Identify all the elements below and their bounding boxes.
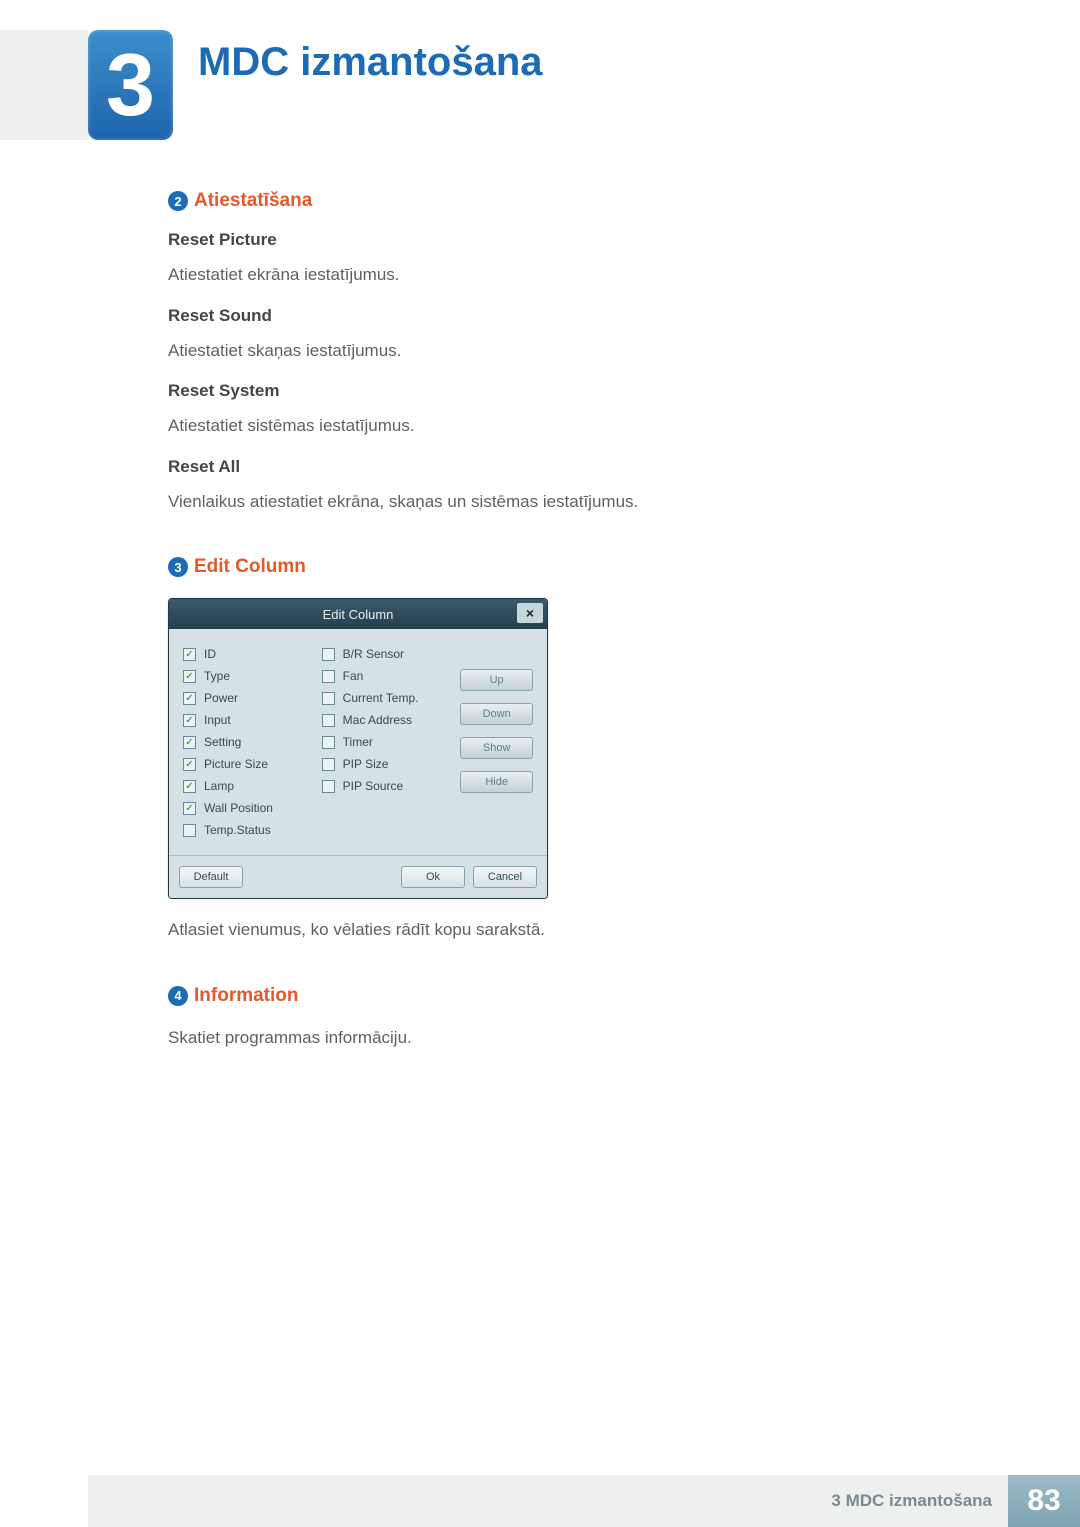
section-number-badge: 4	[168, 986, 188, 1006]
chapter-number-badge: 3	[88, 30, 173, 140]
dialog-titlebar: Edit Column ×	[169, 599, 547, 629]
section-2-heading: 2 Atiestatīšana	[168, 190, 928, 212]
text-reset-sound: Atiestatiet skaņas iestatījumus.	[168, 338, 928, 364]
chapter-side-tab	[0, 30, 88, 140]
subhead-reset-sound: Reset Sound	[168, 306, 928, 326]
section-number-badge: 2	[168, 191, 188, 211]
section-2-title: Atiestatīšana	[194, 190, 312, 212]
checkbox[interactable]	[322, 714, 335, 727]
section-3-heading: 3 Edit Column	[168, 556, 928, 578]
checkbox-label: Current Temp.	[343, 691, 419, 705]
checkbox-row: ✓ ID	[183, 647, 322, 661]
checkbox[interactable]: ✓	[183, 670, 196, 683]
checkbox-label: Type	[204, 669, 230, 683]
checkbox[interactable]: ✓	[183, 758, 196, 771]
checkbox-label: Input	[204, 713, 231, 727]
checkbox-row: Fan	[322, 669, 461, 683]
edit-column-dialog: Edit Column × ✓ ID ✓ Type ✓ Power ✓ Input ✓ Setti…	[168, 598, 548, 899]
checkbox[interactable]	[322, 648, 335, 661]
checkbox[interactable]	[322, 758, 335, 771]
checkbox-label: Mac Address	[343, 713, 412, 727]
checkbox[interactable]: ✓	[183, 802, 196, 815]
checkbox[interactable]: ✓	[183, 736, 196, 749]
checkbox[interactable]: ✓	[183, 780, 196, 793]
checkbox-label: B/R Sensor	[343, 647, 404, 661]
dialog-title-text: Edit Column	[323, 607, 394, 622]
checkbox-row: PIP Source	[322, 779, 461, 793]
text-reset-system: Atiestatiet sistēmas iestatījumus.	[168, 413, 928, 439]
checkbox-label: Power	[204, 691, 238, 705]
section-4-title: Information	[194, 985, 299, 1007]
down-button[interactable]: Down	[460, 703, 533, 725]
checkbox-label: Wall Position	[204, 801, 273, 815]
checkbox-label: ID	[204, 647, 216, 661]
text-reset-picture: Atiestatiet ekrāna iestatījumus.	[168, 262, 928, 288]
footer-text: 3 MDC izmantošana	[88, 1475, 1008, 1527]
checkbox-row: ✓ Wall Position	[183, 801, 322, 815]
checkbox[interactable]: ✓	[183, 692, 196, 705]
page-title: MDC izmantošana	[198, 40, 543, 85]
page-number: 83	[1008, 1475, 1080, 1527]
show-button[interactable]: Show	[460, 737, 533, 759]
subhead-reset-system: Reset System	[168, 381, 928, 401]
checkbox-row: B/R Sensor	[322, 647, 461, 661]
section-4-heading: 4 Information	[168, 985, 928, 1007]
checkbox[interactable]	[322, 670, 335, 683]
checkbox-row: ✓ Type	[183, 669, 322, 683]
checkbox[interactable]: ✓	[183, 714, 196, 727]
text-reset-all: Vienlaikus atiestatiet ekrāna, skaņas un…	[168, 489, 928, 515]
ok-button[interactable]: Ok	[401, 866, 465, 888]
checkbox[interactable]: ✓	[183, 648, 196, 661]
close-icon[interactable]: ×	[517, 603, 543, 623]
section-4-text: Skatiet programmas informāciju.	[168, 1025, 928, 1051]
default-button[interactable]: Default	[179, 866, 243, 888]
checkbox-label: Fan	[343, 669, 364, 683]
checkbox[interactable]	[322, 780, 335, 793]
checkbox-label: Lamp	[204, 779, 234, 793]
checkbox-label: Timer	[343, 735, 373, 749]
checkbox-row: Current Temp.	[322, 691, 461, 705]
subhead-reset-all: Reset All	[168, 457, 928, 477]
checkbox-row: ✓ Power	[183, 691, 322, 705]
checkbox-row: ✓ Lamp	[183, 779, 322, 793]
checkbox[interactable]	[322, 736, 335, 749]
checkbox-label: PIP Source	[343, 779, 403, 793]
checkbox-label: Temp.Status	[204, 823, 271, 837]
checkbox-row: ✓ Setting	[183, 735, 322, 749]
cancel-button[interactable]: Cancel	[473, 866, 537, 888]
up-button[interactable]: Up	[460, 669, 533, 691]
checkbox-label: Setting	[204, 735, 241, 749]
checkbox-row: Mac Address	[322, 713, 461, 727]
checkbox-row: ✓ Input	[183, 713, 322, 727]
checkbox-row: ✓ Picture Size	[183, 757, 322, 771]
checkbox-row: PIP Size	[322, 757, 461, 771]
checkbox-row: Timer	[322, 735, 461, 749]
section-3-title: Edit Column	[194, 556, 306, 578]
hide-button[interactable]: Hide	[460, 771, 533, 793]
subhead-reset-picture: Reset Picture	[168, 230, 928, 250]
section-3-caption: Atlasiet vienumus, ko vēlaties rādīt kop…	[168, 917, 928, 943]
checkbox-row: Temp.Status	[183, 823, 322, 837]
section-number-badge: 3	[168, 557, 188, 577]
checkbox[interactable]	[183, 824, 196, 837]
checkbox[interactable]	[322, 692, 335, 705]
checkbox-label: Picture Size	[204, 757, 268, 771]
checkbox-label: PIP Size	[343, 757, 389, 771]
